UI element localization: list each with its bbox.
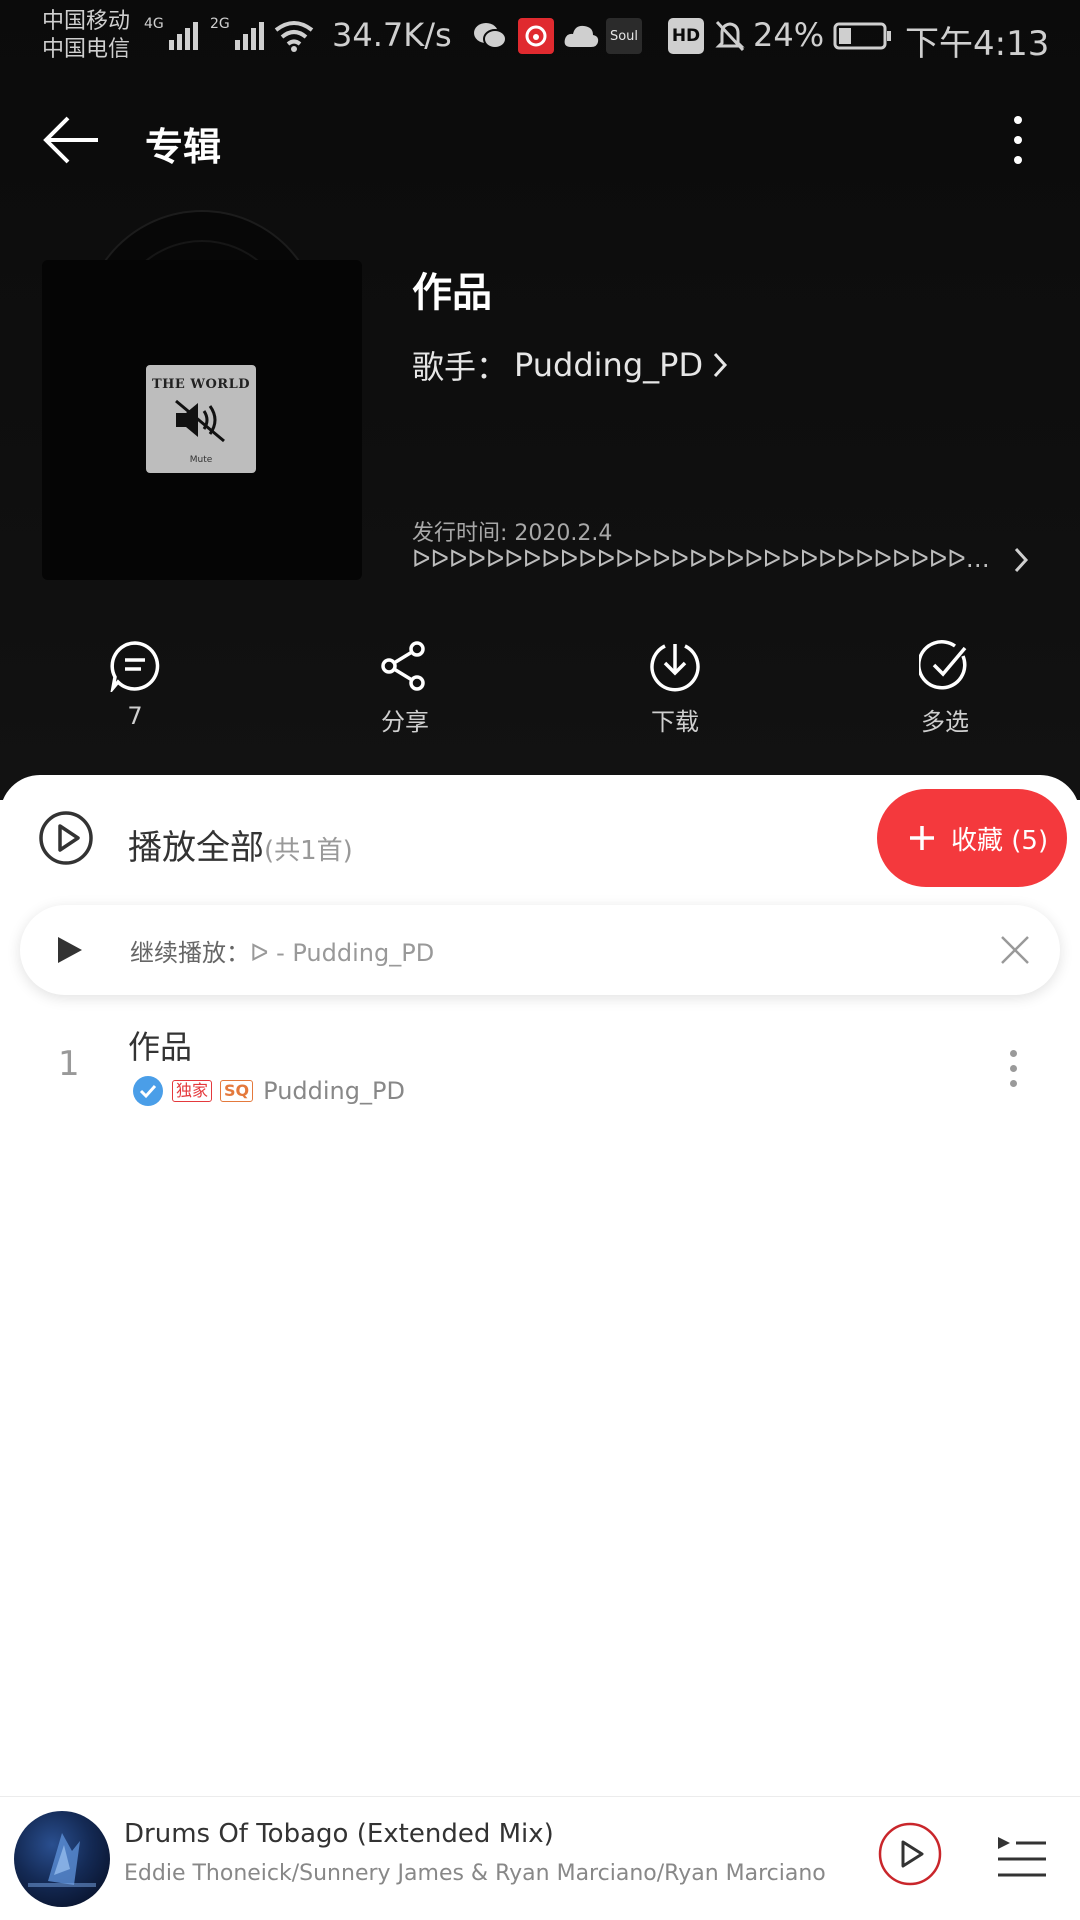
now-playing-artist: Eddie Thoneick/Sunnery James & Ryan Marc… [124,1861,826,1886]
battery-percent: 24% [753,16,825,54]
carrier-1: 中国移动 [42,9,131,34]
carrier-info: 中国移动 中国电信 [42,8,130,64]
mute-bell-icon [712,18,748,54]
clock: 下午4:13 [905,24,1050,64]
cover-caption: Mute [189,455,213,465]
comment-button[interactable]: 7 [0,640,270,750]
share-icon [381,641,425,691]
artist-link[interactable]: 歌手： Pudding_PD [412,342,731,388]
release-date: 发行时间: 2020.2.4 [412,515,612,547]
hd-icon: HD [668,18,704,54]
play-circle-icon [878,1822,942,1886]
signal-4g-icon: 4G [144,16,198,50]
download-icon [650,644,700,692]
dot-icon [1014,156,1022,164]
exclusive-badge: 独家 [172,1080,213,1102]
track-meta: 独家 SQ Pudding_PD [132,1075,405,1107]
play-all-label[interactable]: 播放全部(共1首) [128,820,353,869]
multi-select-label: 多选 [921,708,969,736]
network-speed: 34.7K/s [332,16,452,54]
artist-name: Pudding_PD [514,346,704,384]
resume-song: ᐅ - Pudding_PD [250,939,435,967]
app-bar: 专辑 [0,100,1080,180]
more-options-button[interactable] [1000,108,1036,172]
download-label: 下载 [651,708,699,736]
album-header: 中国移动 中国电信 4G 2G 34.7K/s Soul HD 24% 下午4:… [0,0,1080,800]
release-value: 2020.2.4 [514,521,613,546]
wifi-icon [272,18,316,54]
resume-text: 继续播放：ᐅ - Pudding_PD [130,933,434,968]
dot-icon [1010,1065,1017,1072]
track-artist: Pudding_PD [263,1077,405,1105]
play-all-button[interactable] [38,810,94,866]
sq-badge: SQ [220,1080,254,1102]
page-title: 专辑 [145,125,222,169]
carrier-2: 中国电信 [42,37,131,62]
plus-icon [910,826,934,850]
cover-card: THE WORLD Mute [146,365,256,473]
dot-icon [1010,1080,1017,1087]
album-actions: 7 分享 下载 多选 [0,640,1080,750]
download-button[interactable]: 下载 [540,640,810,750]
status-bar: 中国移动 中国电信 4G 2G 34.7K/s Soul HD 24% 下午4:… [0,0,1080,76]
wechat-icon [472,18,508,54]
track-row[interactable]: 1 作品 独家 SQ Pudding_PD [0,1010,1080,1120]
album-title: 作品 [412,270,492,316]
multi-select-button[interactable]: 多选 [810,640,1080,750]
track-more-button[interactable] [1010,1050,1017,1087]
resume-playback-bar[interactable]: 继续播放：ᐅ - Pudding_PD [20,905,1060,995]
mini-player[interactable]: Drums Of Tobago (Extended Mix) Eddie Tho… [0,1796,1080,1920]
track-title: 作品 [128,1028,193,1066]
mini-play-button[interactable] [877,1821,943,1891]
check-circle-icon [919,640,967,690]
dot-icon [1010,1050,1017,1057]
arrow-left-icon [43,116,98,164]
playlist-icon [998,1837,1046,1877]
dot-icon [1014,116,1022,124]
playlist-button[interactable] [996,1833,1048,1889]
now-playing-artwork[interactable] [14,1811,110,1907]
track-count: (共1首) [264,836,353,866]
album-cover[interactable]: THE WORLD Mute [42,210,362,580]
collect-label: 收藏 (5) [951,825,1049,856]
cover-text: THE WORLD [151,377,251,392]
description-chevron-icon[interactable] [1010,545,1032,579]
netease-music-icon [518,18,554,54]
resume-label: 继续播放： [130,939,250,967]
artist-label: 歌手： [412,348,509,386]
album-description[interactable]: ᐅᐅᐅᐅᐅᐅᐅᐅᐅᐅᐅᐅᐅᐅᐅᐅᐅᐅᐅᐅᐅᐅᐅᐅᐅᐅᐅᐅᐅᐅᐅᐅᐅᐅᐅᐅᐅᐅᐅᐅ… [412,545,992,573]
cloud-icon [562,18,600,54]
track-number: 1 [58,1044,80,1084]
dot-icon [1014,136,1022,144]
comment-count: 7 [127,702,143,730]
back-button[interactable] [40,108,104,172]
speaker-mute-icon [175,399,225,443]
now-playing-title: Drums Of Tobago (Extended Mix) [124,1819,554,1849]
soul-app-icon: Soul [606,18,642,54]
chevron-right-icon [713,352,728,378]
play-circle-icon [39,811,93,865]
track-list-panel: 播放全部(共1首) 收藏 (5) 继续播放：ᐅ - Pudding_PD 1 作… [0,775,1080,1920]
play-all-text: 播放全部 [128,828,264,868]
resume-play-icon[interactable] [54,935,84,969]
share-label: 分享 [381,708,429,736]
verified-check-icon [133,1076,163,1106]
release-label: 发行时间: [412,521,508,546]
battery-icon [832,18,894,54]
comment-icon [110,641,160,692]
collect-button[interactable]: 收藏 (5) [877,789,1067,887]
share-button[interactable]: 分享 [270,640,540,750]
signal-2g-icon: 2G [210,16,264,50]
close-icon[interactable] [998,933,1032,971]
